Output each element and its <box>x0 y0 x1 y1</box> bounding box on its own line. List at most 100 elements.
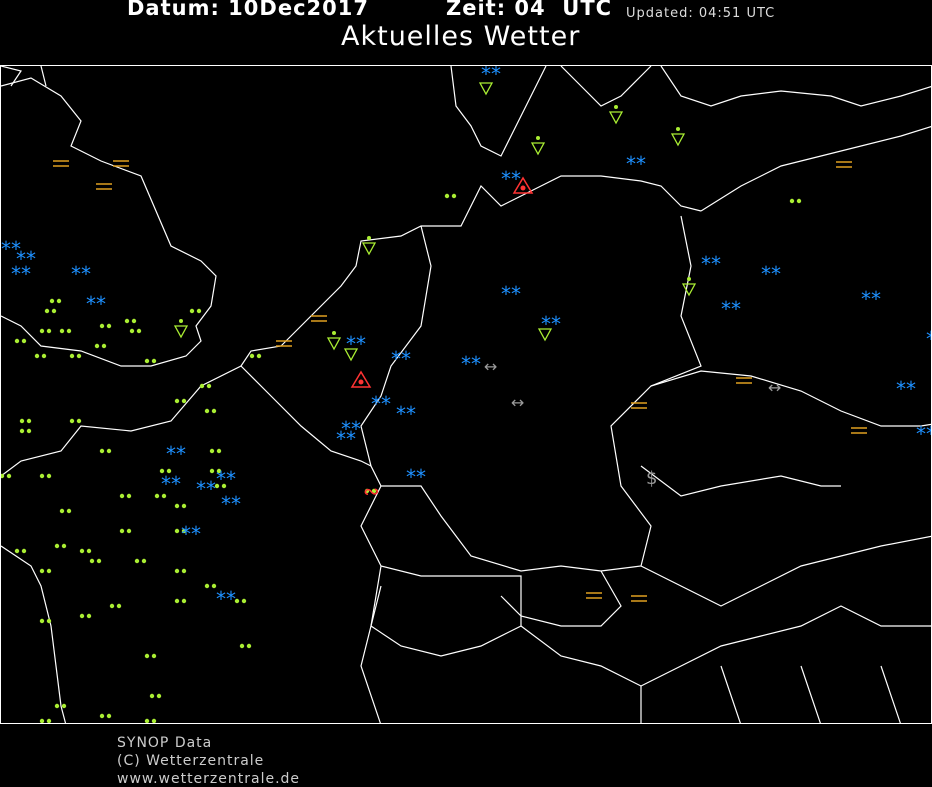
rain-dots-icon <box>211 408 217 414</box>
rain-dots-icon <box>119 493 125 499</box>
rain-dots-icon <box>106 448 112 454</box>
snow-asterisk-icon: ** <box>501 282 521 306</box>
footer-source: SYNOP Data <box>117 735 213 751</box>
rain-dots-icon <box>46 473 52 479</box>
rain-dots-icon <box>256 353 262 359</box>
rain-dots-icon <box>444 193 450 199</box>
rain-dots-icon <box>86 613 92 619</box>
rain-dots-icon <box>21 338 27 344</box>
fog-bars-icon <box>851 427 867 434</box>
fog-bars-icon <box>311 315 327 322</box>
footer-url: www.wetterzentrale.de <box>117 771 301 787</box>
snow-asterisk-icon: ** <box>11 262 31 286</box>
rain-dots-icon <box>59 508 65 514</box>
rain-dots-icon <box>66 328 72 334</box>
rain-dots-icon <box>789 198 795 204</box>
rain-dots-icon <box>151 358 157 364</box>
rain-dots-icon <box>676 127 680 131</box>
shower-triangle-icon <box>361 242 377 256</box>
rain-dots-icon <box>39 718 45 723</box>
snow-asterisk-icon: ** <box>161 472 181 496</box>
snow-asterisk-icon: ** <box>406 465 426 489</box>
shower-triangle-icon <box>670 133 686 147</box>
rain-dots-icon <box>94 343 100 349</box>
rain-dots-icon <box>106 323 112 329</box>
fog-bars-icon <box>736 377 752 384</box>
rain-dots-icon <box>241 598 247 604</box>
rain-dots-icon <box>614 105 618 109</box>
rain-dots-icon <box>174 503 180 509</box>
fog-bars-icon <box>96 183 112 190</box>
rain-dots-icon <box>79 613 85 619</box>
fog-bars-icon <box>631 595 647 602</box>
rain-dots-icon <box>151 718 157 723</box>
rain-dots-icon <box>174 528 180 534</box>
snow-asterisk-icon: ** <box>701 252 721 276</box>
thunderstorm-triangle-icon <box>520 185 526 191</box>
weather-map[interactable]: ** ** ** ** ** ** ** ** ** ** ** ** ** ** ** ** ** ** ** **… <box>0 65 932 724</box>
observation-date: Datum: 10Dec2017 <box>127 0 369 20</box>
rain-dots-icon <box>796 198 802 204</box>
footer-copyright: (C) Wetterzentrale <box>117 753 265 769</box>
snow-asterisk-icon: ** <box>861 287 881 311</box>
rain-dots-icon <box>451 193 457 199</box>
dust-haze-icon: ∾ <box>363 479 380 503</box>
rain-dots-icon <box>61 703 67 709</box>
shower-triangle-icon <box>530 142 546 156</box>
rain-dots-icon <box>134 558 140 564</box>
shower-triangle-icon <box>173 325 189 339</box>
dollar-sign-icon: $ <box>646 468 657 489</box>
rain-dots-icon <box>332 331 336 335</box>
rain-dots-icon <box>174 598 180 604</box>
rain-dots-icon <box>21 548 27 554</box>
rain-dots-icon <box>51 308 57 314</box>
rain-dots-icon <box>99 713 105 719</box>
rain-dots-icon <box>69 418 75 424</box>
rain-dots-icon <box>76 353 82 359</box>
rain-dots-icon <box>181 398 187 404</box>
rain-dots-icon <box>76 418 82 424</box>
rain-dots-icon <box>46 328 52 334</box>
rain-dots-icon <box>189 308 195 314</box>
rain-dots-icon <box>66 508 72 514</box>
fog-bars-icon <box>113 160 129 167</box>
snow-asterisk-icon: ** <box>626 152 646 176</box>
rain-dots-icon <box>239 643 245 649</box>
rain-dots-icon <box>19 418 25 424</box>
rain-dots-icon <box>116 603 122 609</box>
rain-dots-icon <box>141 558 147 564</box>
rain-dots-icon <box>204 408 210 414</box>
rain-dots-icon <box>46 618 52 624</box>
snow-asterisk-icon: ** <box>216 467 236 491</box>
rain-dots-icon <box>96 558 102 564</box>
rain-dots-icon <box>216 448 222 454</box>
rain-dots-icon <box>124 318 130 324</box>
rain-dots-icon <box>206 383 212 389</box>
rain-dots-icon <box>26 418 32 424</box>
rain-dots-icon <box>204 583 210 589</box>
rain-dots-icon <box>39 328 45 334</box>
map-canvas: ****** **** **** **** ******** ********** ** **… <box>1 66 932 723</box>
rain-dots-icon <box>44 308 50 314</box>
snow-asterisk-icon: ** <box>336 427 356 451</box>
horizontal-arrow-icon: ↔ <box>511 393 524 412</box>
rain-dots-icon <box>86 548 92 554</box>
rain-dots-icon <box>6 473 12 479</box>
rain-dots-icon <box>151 653 157 659</box>
fog-bars-icon <box>836 161 852 168</box>
snow-asterisk-icon: ** <box>926 327 932 351</box>
rain-dots-icon <box>179 319 183 323</box>
rain-dots-icon <box>39 568 45 574</box>
rain-dots-icon <box>209 448 215 454</box>
snow-asterisk-icon: ** <box>166 442 186 466</box>
snow-asterisk-icon: ** <box>196 477 216 501</box>
rain-dots-icon <box>99 323 105 329</box>
snow-asterisk-icon: ** <box>71 262 91 286</box>
snow-asterisk-icon: ** <box>461 352 481 376</box>
horizontal-arrow-icon: ↔ <box>484 357 497 376</box>
snow-asterisk-icon: ** <box>371 392 391 416</box>
fog-bars-icon <box>631 402 647 409</box>
rain-dots-icon <box>54 703 60 709</box>
observation-time: Zeit: 04 UTC <box>446 0 613 20</box>
rain-dots-icon <box>41 353 47 359</box>
